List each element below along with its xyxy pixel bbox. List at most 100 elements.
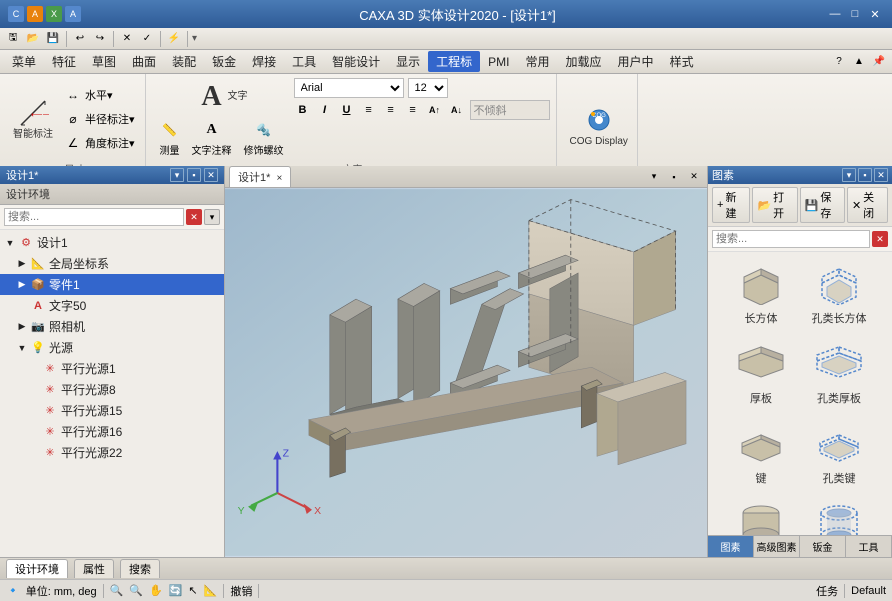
tree-item-camera[interactable]: ▶ 📷 照相机 xyxy=(0,316,224,337)
expand-camera[interactable]: ▶ xyxy=(16,321,28,333)
menu-item-display[interactable]: 显示 xyxy=(388,51,428,72)
tree-item-light8[interactable]: ✳ 平行光源8 xyxy=(0,379,224,400)
right-panel-pin-button[interactable]: ▾ xyxy=(842,168,856,182)
menu-item-common[interactable]: 常用 xyxy=(518,51,558,72)
right-panel-tab-sheetmetal[interactable]: 钣金 xyxy=(800,536,846,557)
redo-button[interactable]: ↪ xyxy=(91,30,109,48)
icon-item-box[interactable]: 长方体 xyxy=(725,258,797,326)
open-file-button[interactable]: 📂 xyxy=(24,30,42,48)
open-shape-button[interactable]: 📂 打开 xyxy=(752,187,797,223)
menu-item-load[interactable]: 加载应 xyxy=(558,51,610,72)
close-shape-button[interactable]: ✕ 关闭 xyxy=(847,187,888,223)
left-panel-search-clear[interactable]: ✕ xyxy=(186,209,202,225)
tree-item-light22[interactable]: ✳ 平行光源22 xyxy=(0,442,224,463)
expand-design1[interactable]: ▼ xyxy=(4,237,16,249)
left-panel-search-input[interactable] xyxy=(4,208,184,226)
viewport-tab-close[interactable]: × xyxy=(276,173,282,184)
right-panel-search-clear[interactable]: ✕ xyxy=(872,231,888,247)
tree-item-light1[interactable]: ✳ 平行光源1 xyxy=(0,358,224,379)
panel-pin-button[interactable]: ▾ xyxy=(170,168,184,182)
menu-item-sheetmetal[interactable]: 钣金 xyxy=(204,51,244,72)
icon-item-key-hole[interactable]: 孔类键 xyxy=(803,418,875,486)
horizontal-dim-button[interactable]: ↔ 水平▾ xyxy=(60,84,139,106)
icon-item-box-hole[interactable]: 孔类长方体 xyxy=(803,258,875,326)
text-big-button[interactable]: A 文字 xyxy=(193,78,251,116)
bold-button[interactable]: B xyxy=(294,101,312,119)
tree-item-light15[interactable]: ✳ 平行光源15 xyxy=(0,400,224,421)
align-left-button[interactable]: ≡ xyxy=(360,101,378,119)
new-file-button[interactable]: 🖫 xyxy=(4,30,22,48)
right-panel-tab-tools[interactable]: 工具 xyxy=(846,536,892,557)
new-shape-button[interactable]: + 新建 xyxy=(712,187,750,223)
menu-item-assembly[interactable]: 装配 xyxy=(164,51,204,72)
bottom-tab-design-env[interactable]: 设计环境 xyxy=(6,559,68,578)
menu-item-smart[interactable]: 智能设计 xyxy=(324,51,388,72)
minimize-ribbon-button[interactable]: ▲ xyxy=(850,53,868,71)
radius-dim-button[interactable]: ⌀ 半径标注▾ xyxy=(60,108,139,130)
menu-item-feature[interactable]: 特征 xyxy=(44,51,84,72)
menu-item-surface[interactable]: 曲面 xyxy=(124,51,164,72)
menu-item-sketch[interactable]: 草图 xyxy=(84,51,124,72)
tree-item-coord[interactable]: ▶ 📐 全局坐标系 xyxy=(0,253,224,274)
pin-ribbon-button[interactable]: 📌 xyxy=(870,53,888,71)
expand-text50[interactable] xyxy=(16,300,28,312)
icon-item-cylinder-hole[interactable]: 孔类圆柱体 xyxy=(803,498,875,535)
viewport-float-button[interactable]: ▪ xyxy=(665,168,683,186)
panel-close-button[interactable]: ✕ xyxy=(204,168,218,182)
expand-light16[interactable] xyxy=(28,426,40,438)
menu-item-weld[interactable]: 焊接 xyxy=(244,51,284,72)
maximize-button[interactable]: □ xyxy=(846,6,864,22)
expand-light22[interactable] xyxy=(28,447,40,459)
cancel-button[interactable]: ✕ xyxy=(118,30,136,48)
right-panel-float-button[interactable]: ▪ xyxy=(858,168,872,182)
quick-btn-extra[interactable]: ⚡ xyxy=(165,30,183,48)
tree-item-light16[interactable]: ✳ 平行光源16 xyxy=(0,421,224,442)
icon-item-plate-hole[interactable]: 孔类厚板 xyxy=(803,338,875,406)
tree-item-light[interactable]: ▼ 💡 光源 xyxy=(0,337,224,358)
save-file-button[interactable]: 💾 xyxy=(44,30,62,48)
measure-button[interactable]: 📏 测量 xyxy=(156,119,184,159)
superscript-button[interactable]: A↑ xyxy=(426,101,444,119)
cog-display-button[interactable]: COG COG Display xyxy=(567,101,631,151)
close-button[interactable]: ✕ xyxy=(866,6,884,22)
tree-item-design1[interactable]: ▼ ⚙ 设计1 xyxy=(0,232,224,253)
align-right-button[interactable]: ≡ xyxy=(404,101,422,119)
icon-item-cylinder[interactable]: 圆柱体 xyxy=(725,498,797,535)
viewport-3d-content[interactable]: Z X Y xyxy=(225,188,707,557)
tree-item-text50[interactable]: A 文字50 xyxy=(0,295,224,316)
minimize-button[interactable]: — xyxy=(826,6,844,22)
screw-button[interactable]: 🔩 修饰螺纹 xyxy=(240,119,288,159)
menu-item-tools[interactable]: 工具 xyxy=(284,51,324,72)
viewport-close-button[interactable]: ✕ xyxy=(685,168,703,186)
panel-float-button[interactable]: ▪ xyxy=(187,168,201,182)
menu-item-pmi[interactable]: PMI xyxy=(480,53,517,71)
annotation-button[interactable]: A 文字注释 xyxy=(188,119,236,159)
help-button[interactable]: ? xyxy=(830,53,848,71)
icon-item-key[interactable]: 键 xyxy=(725,418,797,486)
right-panel-tab-advanced[interactable]: 高级图素 xyxy=(754,536,800,557)
expand-part1[interactable]: ▶ xyxy=(16,279,28,291)
menu-item-user[interactable]: 用户中 xyxy=(610,51,662,72)
align-center-button[interactable]: ≡ xyxy=(382,101,400,119)
bottom-tab-search[interactable]: 搜索 xyxy=(120,559,160,578)
menu-item-menu[interactable]: 菜单 xyxy=(4,51,44,72)
undo-button[interactable]: ↩ xyxy=(71,30,89,48)
bottom-tab-properties[interactable]: 属性 xyxy=(74,559,114,578)
viewport-tab-design1[interactable]: 设计1* × xyxy=(229,166,291,187)
save-shape-button[interactable]: 💾 保存 xyxy=(800,187,845,223)
smart-dimension-button[interactable]: ⟵⟶ 智能标注 xyxy=(10,94,56,144)
menu-item-style[interactable]: 样式 xyxy=(662,51,702,72)
expand-light[interactable]: ▼ xyxy=(16,342,28,354)
ok-button[interactable]: ✓ xyxy=(138,30,156,48)
viewport[interactable]: 设计1* × ▾ ▪ ✕ xyxy=(225,166,707,557)
expand-light15[interactable] xyxy=(28,405,40,417)
right-panel-close-button[interactable]: ✕ xyxy=(874,168,888,182)
icon-item-plate[interactable]: 厚板 xyxy=(725,338,797,406)
tree-item-part1[interactable]: ▶ 📦 零件1 xyxy=(0,274,224,295)
font-select[interactable]: Arial xyxy=(294,78,404,98)
left-panel-search-filter[interactable]: ▾ xyxy=(204,209,220,225)
font-size-select[interactable]: 12 xyxy=(408,78,448,98)
menu-item-engineering[interactable]: 工程标 xyxy=(428,51,480,72)
angle-dim-button[interactable]: ∠ 角度标注▾ xyxy=(60,132,139,154)
underline-button[interactable]: U xyxy=(338,101,356,119)
